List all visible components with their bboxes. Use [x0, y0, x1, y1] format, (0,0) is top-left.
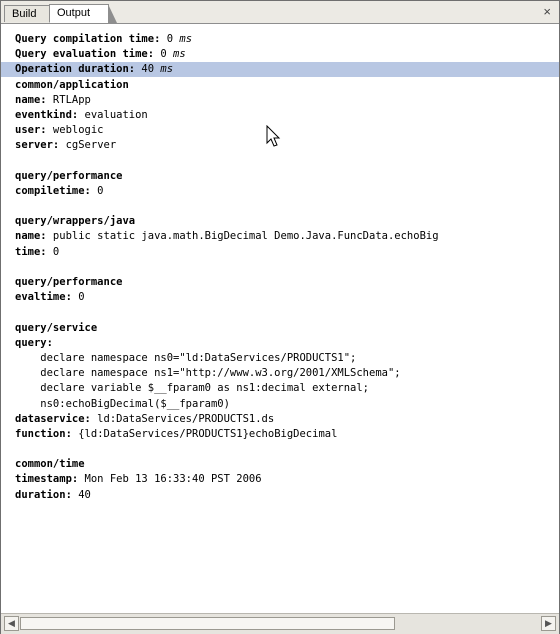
output-unit: ms — [179, 33, 193, 45]
output-value: cgServer — [59, 139, 117, 152]
output-value: Mon Feb 13 16:33:40 PST 2006 — [78, 473, 262, 486]
output-value: 0 — [90, 184, 104, 197]
output-key: timestamp: — [15, 473, 79, 486]
output-line: compiletime: 0 — [15, 184, 559, 199]
output-line: query/service — [15, 321, 559, 336]
output-line: Query evaluation time: 0 ms — [15, 47, 559, 62]
output-text[interactable]: Query compilation time: 0 ms Query evalua… — [15, 32, 559, 606]
output-key: name: — [15, 93, 47, 106]
output-key: time: — [15, 245, 47, 258]
output-key: Operation duration: — [15, 63, 136, 76]
output-line: evaltime: 0 — [15, 290, 559, 305]
output-line: declare variable $__fparam0 as ns1:decim… — [15, 381, 559, 396]
output-line: query/wrappers/java — [15, 214, 559, 229]
output-value: ld:DataServices/PRODUCTS1.ds — [90, 412, 275, 425]
output-value: 0 — [71, 291, 85, 304]
output-line: server: cgServer — [15, 138, 559, 153]
output-key: duration: — [15, 488, 72, 501]
output-value: declare namespace ns0="ld:DataServices/P… — [15, 351, 357, 364]
output-line: dataservice: ld:DataServices/PRODUCTS1.d… — [15, 412, 559, 427]
output-value: weblogic — [46, 124, 104, 137]
scroll-left-button[interactable]: ◀ — [4, 616, 19, 631]
output-key: Query compilation time: — [15, 33, 161, 45]
output-key: evaltime: — [15, 291, 72, 304]
output-line: Query compilation time: 0 ms — [15, 32, 559, 47]
output-key: eventkind: — [15, 108, 79, 121]
close-icon[interactable]: × — [543, 4, 551, 19]
scroll-right-button[interactable]: ▶ — [541, 616, 556, 631]
output-line: ns0:echoBigDecimal($__fparam0) — [15, 397, 559, 412]
output-key: common/application — [15, 78, 129, 91]
output-key: query/service — [15, 321, 98, 334]
horizontal-scrollbar[interactable]: ◀ ▶ — [1, 613, 559, 634]
output-line: duration: 40 — [15, 488, 559, 503]
output-value: public static java.math.BigDecimal Demo.… — [46, 230, 439, 243]
output-line: common/time — [15, 457, 559, 472]
tab-output[interactable]: Output — [49, 4, 117, 23]
output-value: RTLApp — [46, 93, 91, 106]
output-unit: ms — [173, 48, 186, 61]
output-key: Query evaluation time: — [15, 48, 155, 61]
output-key: query/wrappers/java — [15, 215, 136, 228]
output-value: ns0:echoBigDecimal($__fparam0) — [15, 397, 230, 410]
output-line: name: RTLApp — [15, 93, 559, 108]
output-key: query: — [15, 336, 53, 349]
output-line: query/performance — [15, 169, 559, 184]
mouse-pointer-icon — [266, 125, 281, 147]
output-panel: Build Output × Query compilation time: 0… — [0, 0, 560, 634]
output-value: declare variable $__fparam0 as ns1:decim… — [15, 382, 370, 395]
output-line: time: 0 — [15, 245, 559, 260]
output-value: declare namespace ns1="http://www.w3.org… — [15, 367, 401, 380]
output-value: {ld:DataServices/PRODUCTS1}echoBigDecima… — [71, 427, 338, 440]
output-key: compiletime: — [15, 184, 91, 197]
output-line: declare namespace ns1="http://www.w3.org… — [15, 366, 559, 381]
scroll-thumb[interactable] — [20, 617, 395, 630]
output-value: 40 — [135, 63, 161, 76]
output-line: timestamp: Mon Feb 13 16:33:40 PST 2006 — [15, 472, 559, 487]
output-unit: ms — [160, 63, 174, 76]
output-key: common/time — [15, 458, 85, 471]
output-line: name: public static java.math.BigDecimal… — [15, 229, 559, 244]
output-key: user: — [15, 124, 47, 137]
output-key: name: — [15, 230, 47, 243]
output-line: function: {ld:DataServices/PRODUCTS1}ech… — [15, 427, 559, 442]
tab-bar: Build Output × — [1, 1, 559, 24]
output-line: common/application — [15, 78, 559, 93]
output-key: query/performance — [15, 169, 123, 182]
output-value: 0 — [160, 33, 180, 45]
output-line: eventkind: evaluation — [15, 108, 559, 123]
output-key: query/performance — [15, 276, 123, 288]
output-value: 0 — [46, 245, 60, 258]
output-value: 40 — [71, 488, 91, 501]
output-key: server: — [15, 139, 60, 152]
output-key: function: — [15, 427, 72, 440]
output-value: 0 — [154, 48, 174, 61]
output-line: query/performance — [15, 275, 559, 290]
output-key: dataservice: — [15, 412, 91, 425]
output-line: declare namespace ns0="ld:DataServices/P… — [15, 351, 559, 366]
output-line: user: weblogic — [15, 123, 559, 138]
output-value: evaluation — [78, 108, 148, 121]
output-line: Operation duration: 40 ms — [15, 62, 559, 77]
output-line: query: — [15, 336, 559, 351]
tab-build[interactable]: Build — [4, 5, 50, 22]
